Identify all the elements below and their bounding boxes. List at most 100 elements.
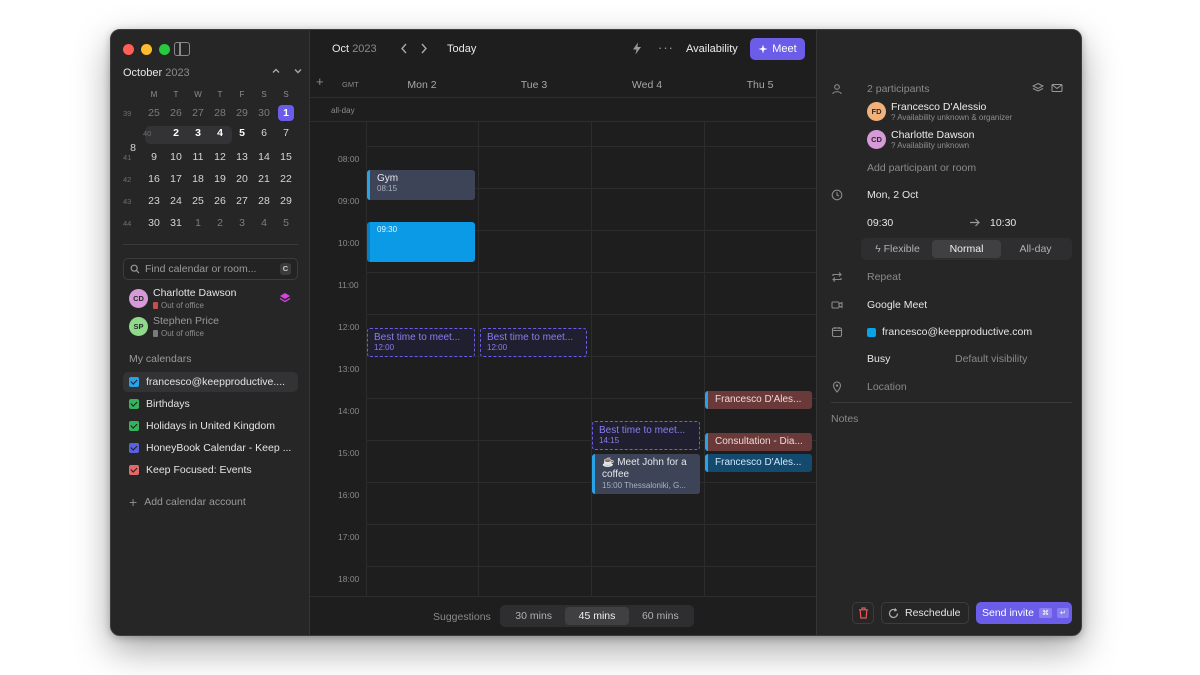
mini-day[interactable]: 12 [209,151,231,163]
availability-button[interactable]: Availability [686,43,738,55]
day-column-header[interactable]: Thu 5 [704,79,816,91]
mini-day[interactable]: 28 [209,107,231,119]
mini-day[interactable]: 20 [231,173,253,185]
mini-day[interactable]: 27 [231,195,253,207]
minimize-window-button[interactable] [141,44,152,55]
sidebar-toggle-icon[interactable] [174,42,190,56]
person-item-stephen[interactable]: SP Stephen Price Out of office [129,315,299,341]
mini-day[interactable]: 3 [187,127,209,139]
find-calendar-input[interactable]: Find calendar or room... C [123,258,298,280]
layers-icon[interactable] [1032,82,1044,94]
chevron-left-icon[interactable] [400,43,408,54]
repeat-field[interactable]: Repeat [867,271,901,283]
time-grid[interactable]: 08:00 09:00 10:00 11:00 12:00 13:00 14:0… [310,122,816,596]
add-event-plus-icon[interactable]: + [316,74,324,89]
end-time[interactable]: 10:30 [990,217,1016,229]
event-best-time-suggestion[interactable]: Best time to meet... 14:15 [592,421,700,450]
event-francesco-2[interactable]: Francesco D'Ales... [705,454,812,472]
mini-day[interactable]: 30 [143,217,165,229]
mini-day[interactable]: 16 [143,173,165,185]
mode-flexible[interactable]: ϟ Flexible [863,240,932,258]
mini-day[interactable]: 14 [253,151,275,163]
event-coffee[interactable]: ☕ Meet John for a coffee 15:00 Thessalon… [592,454,700,494]
day-column-header[interactable]: Mon 2 [366,79,478,91]
checkbox-icon[interactable] [129,465,139,475]
start-time[interactable]: 09:30 [867,217,893,229]
meet-button[interactable]: Meet [750,38,805,60]
event-new-draft[interactable]: 09:30 [367,222,475,262]
checkbox-icon[interactable] [129,399,139,409]
mini-day[interactable]: 27 [187,107,209,119]
calendar-item[interactable]: Keep Focused: Events [123,460,298,480]
mini-day[interactable]: 2 [165,127,187,139]
close-window-button[interactable] [123,44,134,55]
mini-day[interactable]: 13 [231,151,253,163]
mini-day[interactable]: 5 [275,217,297,229]
mini-day[interactable]: 21 [253,173,275,185]
delete-button[interactable] [852,602,874,624]
mini-day[interactable]: 10 [165,151,187,163]
mini-day[interactable]: 18 [187,173,209,185]
mini-day[interactable]: 15 [275,151,297,163]
person-item-charlotte[interactable]: CD Charlotte Dawson Out of office [129,287,299,313]
duration-option-30[interactable]: 30 mins [502,607,565,625]
layers-icon[interactable] [279,292,291,304]
mini-day[interactable]: 29 [231,107,253,119]
checkbox-icon[interactable] [129,443,139,453]
mini-day[interactable]: 2 [209,217,231,229]
mini-day[interactable]: 30 [253,107,275,119]
mini-day[interactable]: 24 [165,195,187,207]
mail-icon[interactable] [1051,82,1063,94]
mini-day[interactable]: 31 [165,217,187,229]
duration-option-45[interactable]: 45 mins [565,607,629,625]
visibility-field[interactable]: Default visibility [955,353,1027,365]
checkbox-icon[interactable] [129,377,139,387]
add-calendar-account-button[interactable]: + Add calendar account [129,495,246,509]
mini-day[interactable]: 17 [165,173,187,185]
day-column-header[interactable]: Wed 4 [591,79,703,91]
location-field[interactable]: Location [867,381,907,393]
mini-day[interactable]: 29 [275,195,297,207]
mini-day[interactable]: 4 [253,217,275,229]
mini-day[interactable]: 25 [143,107,165,119]
calendar-item[interactable]: HoneyBook Calendar - Keep ... [123,438,298,458]
event-date[interactable]: Mon, 2 Oct [867,189,918,201]
calendar-item[interactable]: Birthdays [123,394,298,414]
mini-day[interactable]: 26 [209,195,231,207]
calendar-field[interactable]: francesco@keepproductive.com [882,326,1032,338]
mini-day[interactable]: 22 [275,173,297,185]
reschedule-button[interactable]: Reschedule [881,602,969,624]
mini-day[interactable]: 25 [187,195,209,207]
more-icon[interactable]: ··· [658,40,674,55]
event-gym[interactable]: Gym 08:15 [367,170,475,200]
add-participant-input[interactable]: Add participant or room [867,162,976,174]
mini-day[interactable]: 7 [275,127,297,139]
duration-option-60[interactable]: 60 mins [629,607,692,625]
mini-day[interactable]: 11 [187,151,209,163]
all-day-row[interactable]: all-day [310,98,816,122]
mini-day[interactable]: 28 [253,195,275,207]
bolt-icon[interactable] [632,42,642,55]
event-best-time-suggestion[interactable]: Best time to meet... 12:00 [480,328,587,357]
mini-day[interactable]: 9 [143,151,165,163]
mini-day[interactable]: 5 [231,127,253,139]
mini-day[interactable]: 1 [187,217,209,229]
mini-day[interactable]: 3 [231,217,253,229]
mini-day[interactable]: 6 [253,127,275,139]
mode-all-day[interactable]: All-day [1001,240,1070,258]
calendar-item[interactable]: francesco@keepproductive.... [123,372,298,392]
event-best-time-suggestion[interactable]: Best time to meet... 12:00 [367,328,475,357]
day-column-header[interactable]: Tue 3 [478,79,590,91]
mini-day[interactable]: 26 [165,107,187,119]
zoom-window-button[interactable] [159,44,170,55]
chevron-down-icon[interactable] [293,66,303,76]
event-francesco-1[interactable]: Francesco D'Ales... [705,391,812,409]
conference-field[interactable]: Google Meet [867,299,927,311]
mini-day[interactable]: 23 [143,195,165,207]
notes-field[interactable]: Notes [831,413,858,425]
chevron-right-icon[interactable] [420,43,428,54]
send-invite-button[interactable]: Send invite ⌘ ↵ [976,602,1072,624]
mini-day[interactable]: 19 [209,173,231,185]
checkbox-icon[interactable] [129,421,139,431]
mini-day[interactable]: 4 [209,127,231,139]
